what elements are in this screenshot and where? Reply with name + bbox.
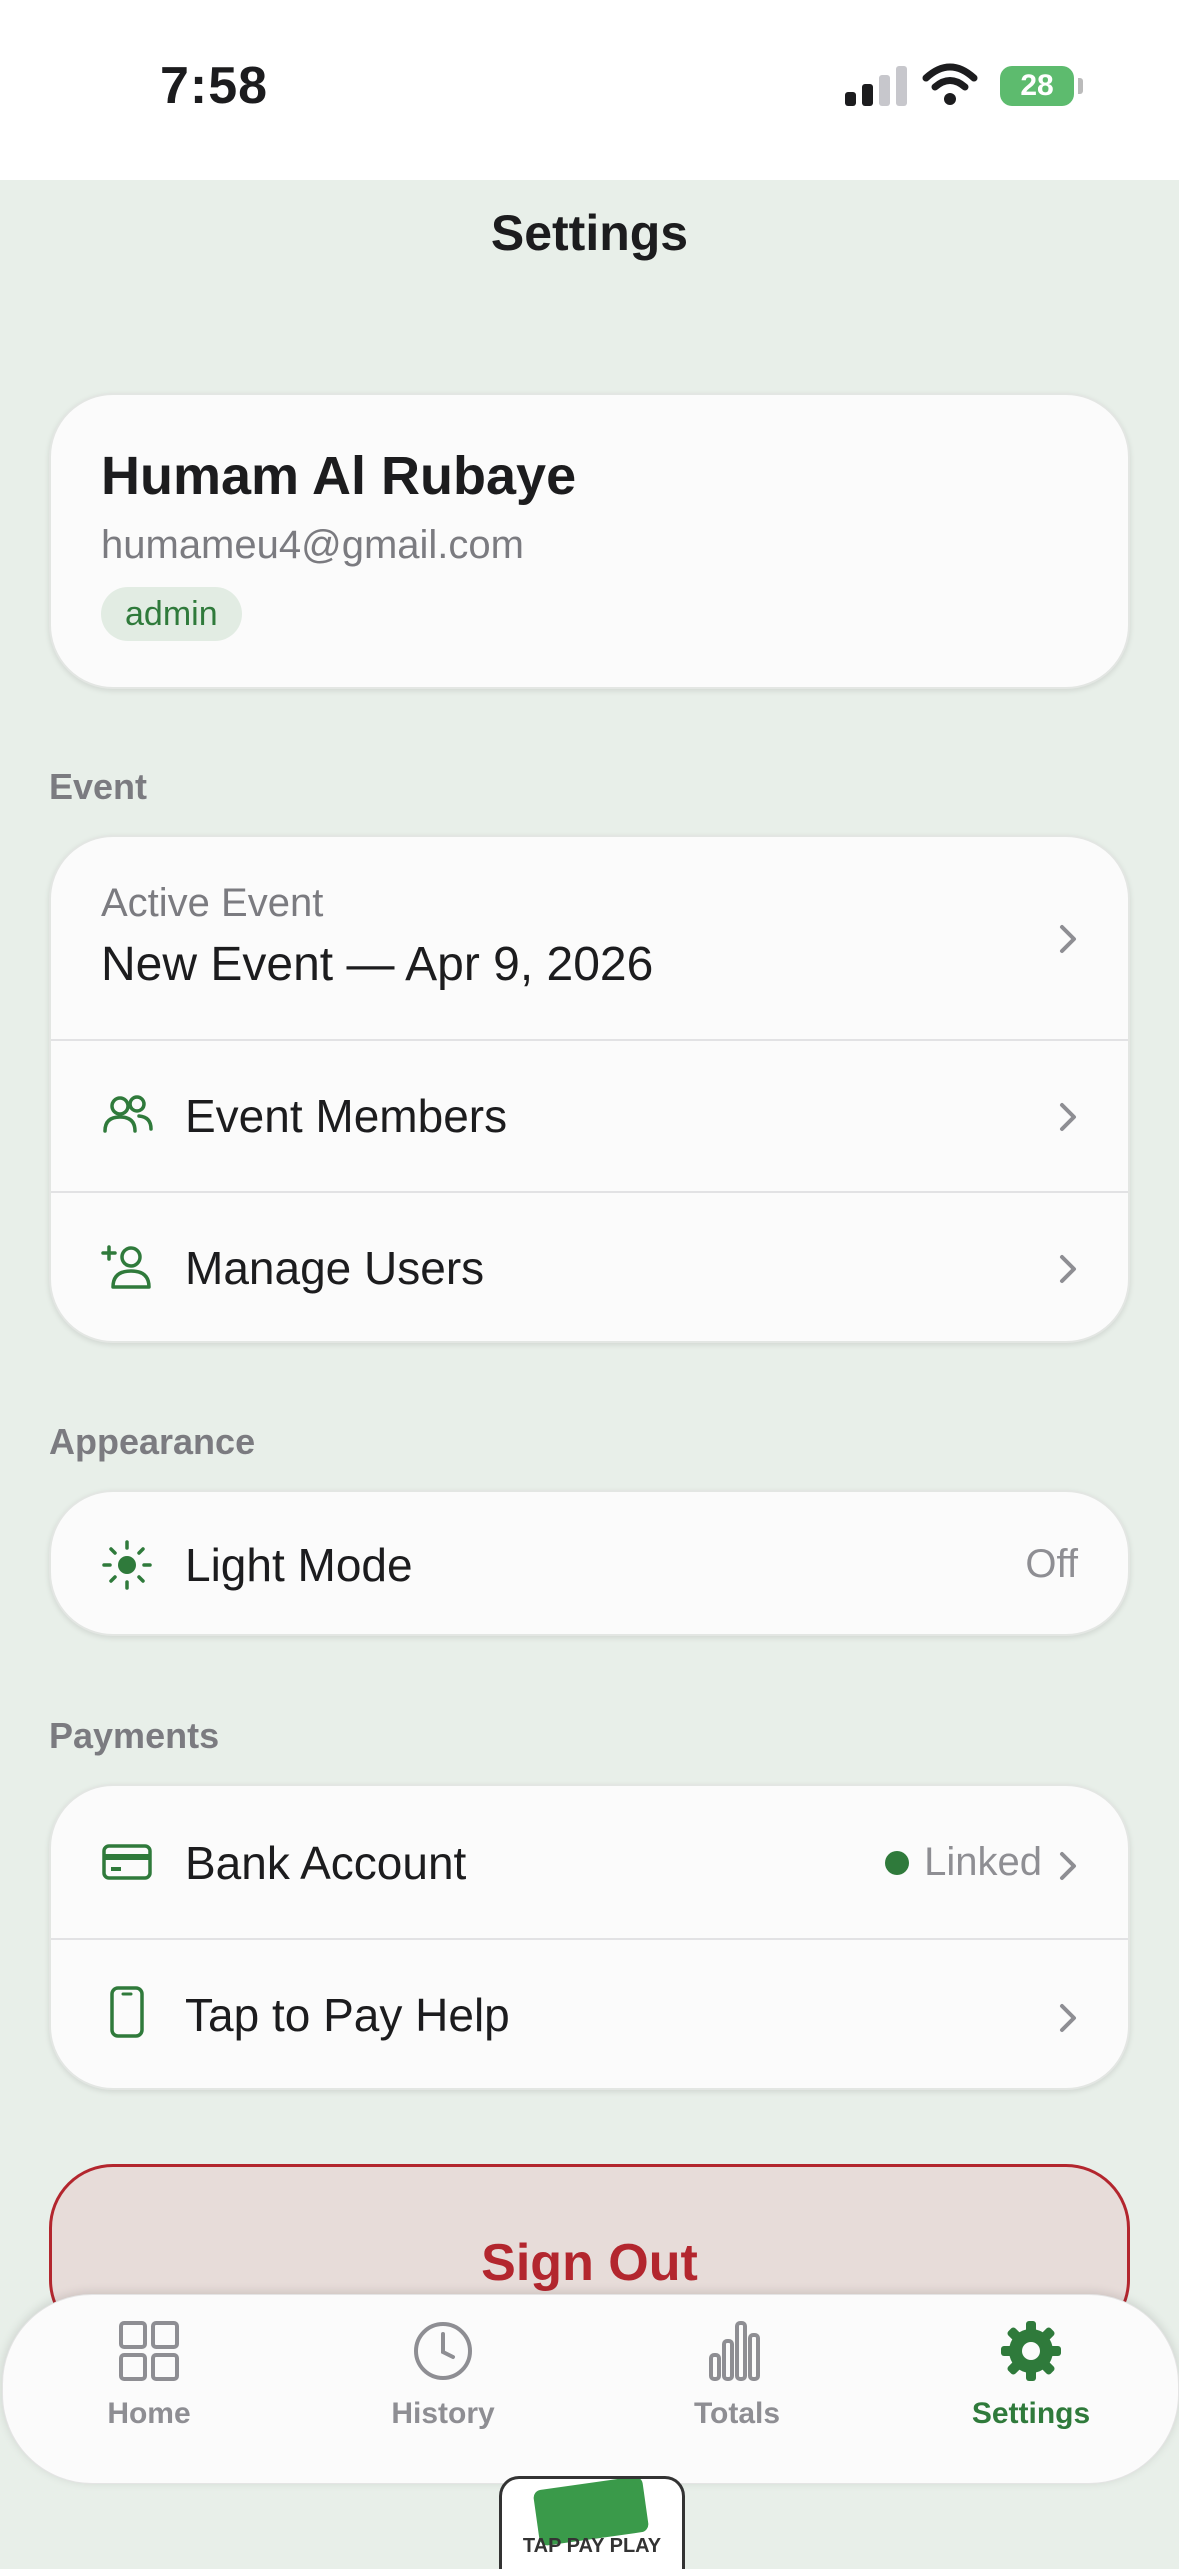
sun-icon — [102, 1540, 152, 1590]
tab-settings[interactable]: Settings — [931, 2319, 1131, 2431]
bar-chart-icon — [709, 2321, 760, 2381]
logo-text: TAP PAY PLAY — [522, 2535, 662, 2557]
chevron-right-icon — [1060, 2004, 1076, 2032]
add-user-icon — [101, 1245, 151, 1289]
active-event-row[interactable]: Active Event New Event — Apr 9, 2026 — [51, 837, 1128, 1039]
tab-history[interactable]: History — [343, 2319, 543, 2431]
tab-home[interactable]: Home — [49, 2319, 249, 2431]
chevron-right-icon — [1060, 1255, 1076, 1283]
bank-status: Linked — [924, 1840, 1042, 1884]
profile-name: Humam Al Rubaye — [101, 446, 577, 506]
battery-nub — [1078, 78, 1083, 94]
tab-totals[interactable]: Totals — [637, 2319, 837, 2431]
profile-card: Humam Al Rubaye humameu4@gmail.com admin — [49, 393, 1130, 689]
chevron-right-icon — [1060, 1852, 1076, 1880]
tab-label: Totals — [693, 2397, 781, 2430]
status-dot-icon — [885, 1851, 909, 1875]
light-mode-row[interactable]: Light Mode Off — [51, 1492, 1128, 1634]
credit-card-icon — [102, 1844, 152, 1880]
chevron-right-icon — [1060, 925, 1076, 953]
bank-account-row[interactable]: Bank Account Linked — [51, 1786, 1128, 1938]
page-title: Settings — [490, 205, 689, 261]
active-event-caption: Active Event — [101, 881, 324, 925]
light-mode-value: Off — [1025, 1542, 1078, 1586]
status-time: 7:58 — [160, 57, 269, 115]
section-label-appearance: Appearance — [49, 1421, 256, 1462]
appearance-card: Light Mode Off — [49, 1490, 1130, 1636]
section-label-event: Event — [49, 766, 148, 807]
cellular-signal-icon — [845, 66, 907, 106]
gear-icon — [1001, 2321, 1061, 2381]
clock-icon — [414, 2322, 472, 2380]
grid-icon — [119, 2321, 179, 2381]
manage-users-row[interactable]: Manage Users — [51, 1193, 1128, 1341]
tap-to-pay-help-label: Tap to Pay Help — [185, 1989, 510, 2041]
payments-card: Bank Account Linked Tap to Pay Help — [49, 1784, 1130, 2090]
people-icon — [103, 1095, 153, 1133]
chevron-right-icon — [1060, 1103, 1076, 1131]
tab-label: Settings — [971, 2397, 1091, 2430]
app-logo: TAP PAY PLAY — [499, 2476, 685, 2569]
battery-level: 28 — [1000, 66, 1074, 106]
event-card: Active Event New Event — Apr 9, 2026 Eve… — [49, 835, 1130, 1343]
tab-bar: Home History Totals Settings — [2, 2294, 1179, 2484]
status-bar: 7:58 28 Settings — [0, 0, 1179, 261]
wifi-icon — [922, 63, 978, 105]
tap-to-pay-help-row[interactable]: Tap to Pay Help — [51, 1940, 1128, 2088]
manage-users-label: Manage Users — [185, 1242, 485, 1294]
tab-label: History — [391, 2397, 495, 2430]
bank-account-label: Bank Account — [185, 1837, 467, 1889]
role-badge: admin — [101, 587, 242, 641]
section-label-payments: Payments — [49, 1715, 220, 1756]
event-members-label: Event Members — [185, 1090, 508, 1142]
tab-label: Home — [107, 2397, 191, 2430]
light-mode-label: Light Mode — [185, 1539, 413, 1591]
phone-icon — [110, 1986, 144, 2038]
active-event-value: New Event — Apr 9, 2026 — [101, 938, 654, 991]
event-members-row[interactable]: Event Members — [51, 1041, 1128, 1191]
profile-email: humameu4@gmail.com — [101, 523, 524, 567]
